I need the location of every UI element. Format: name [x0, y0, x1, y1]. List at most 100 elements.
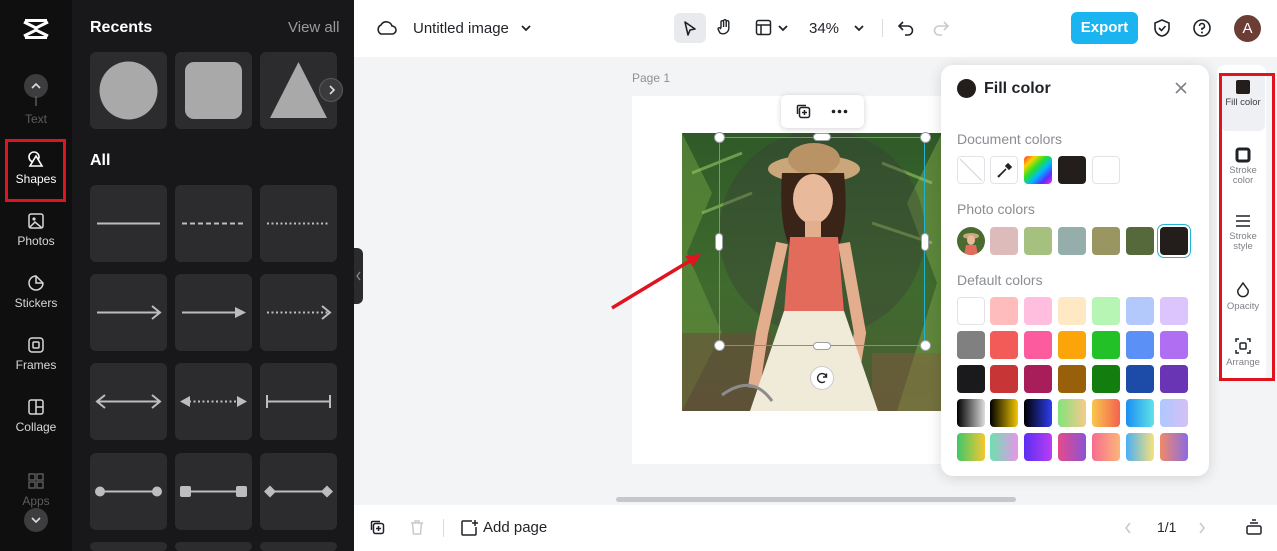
- gradient-swatch[interactable]: [957, 399, 985, 427]
- select-tool-button[interactable]: [674, 13, 706, 43]
- photo-color-swatch[interactable]: [1058, 227, 1086, 255]
- color-picker-swatch[interactable]: [1024, 156, 1052, 184]
- eyedropper-button[interactable]: [990, 156, 1018, 184]
- no-color-swatch[interactable]: [957, 156, 985, 184]
- resize-handle-bottom-right[interactable]: [920, 340, 931, 351]
- shape-double-arrow[interactable]: [90, 363, 167, 440]
- shield-icon[interactable]: [1153, 18, 1171, 38]
- export-button[interactable]: Export: [1071, 12, 1138, 44]
- default-color-swatch[interactable]: [1160, 297, 1188, 325]
- add-page-button[interactable]: Add page: [483, 519, 547, 536]
- gradient-swatch[interactable]: [990, 433, 1018, 461]
- resize-handle-right[interactable]: [921, 233, 929, 251]
- default-color-swatch[interactable]: [1160, 331, 1188, 359]
- horizontal-scrollbar[interactable]: [616, 497, 1016, 502]
- resize-handle-top[interactable]: [813, 133, 831, 141]
- document-title[interactable]: Untitled image: [413, 20, 509, 37]
- more-options-icon[interactable]: [831, 109, 848, 114]
- redo-icon[interactable]: [932, 19, 950, 36]
- page-manager-icon[interactable]: [1245, 518, 1263, 536]
- gradient-swatch[interactable]: [1024, 433, 1052, 461]
- gradient-swatch[interactable]: [990, 399, 1018, 427]
- gradient-swatch[interactable]: [1160, 433, 1188, 461]
- photo-color-swatch[interactable]: [1092, 227, 1120, 255]
- rail-item-collage[interactable]: Collage: [0, 398, 72, 454]
- avatar[interactable]: A: [1234, 15, 1261, 42]
- help-icon[interactable]: [1192, 18, 1212, 38]
- default-color-swatch[interactable]: [990, 297, 1018, 325]
- shape-solid-arrow[interactable]: [175, 274, 252, 351]
- gradient-swatch[interactable]: [957, 433, 985, 461]
- gradient-swatch[interactable]: [1024, 399, 1052, 427]
- resize-handle-left[interactable]: [715, 233, 723, 251]
- duplicate-icon[interactable]: [795, 103, 812, 120]
- shape-square-ends-line[interactable]: [175, 453, 252, 530]
- rail-item-frames[interactable]: Frames: [0, 336, 72, 392]
- chevron-down-icon[interactable]: [853, 22, 865, 34]
- photo-color-swatch[interactable]: [1126, 227, 1154, 255]
- shape-dotted-double-arrow[interactable]: [175, 363, 252, 440]
- default-color-swatch[interactable]: [1126, 331, 1154, 359]
- gradient-swatch[interactable]: [1126, 399, 1154, 427]
- duplicate-page-icon[interactable]: [369, 519, 386, 536]
- panel-collapse-handle[interactable]: [354, 248, 363, 304]
- hand-icon[interactable]: [716, 18, 734, 37]
- close-icon[interactable]: [1174, 81, 1188, 95]
- chevron-right-icon[interactable]: [1197, 521, 1207, 535]
- shape-solid-line[interactable]: [90, 185, 167, 262]
- chevron-down-icon[interactable]: [777, 22, 789, 34]
- default-color-swatch[interactable]: [957, 297, 985, 325]
- rail-scroll-down-button[interactable]: [24, 508, 48, 532]
- gradient-swatch[interactable]: [1058, 399, 1086, 427]
- default-color-swatch[interactable]: [1024, 297, 1052, 325]
- resize-handle-bottom[interactable]: [813, 342, 831, 350]
- photo-thumbnail[interactable]: [957, 227, 985, 255]
- default-color-swatch[interactable]: [1160, 365, 1188, 393]
- shape-circle-ends-line[interactable]: [90, 453, 167, 530]
- resize-handle-bottom-left[interactable]: [714, 340, 725, 351]
- shape-bracket-line[interactable]: [260, 363, 337, 440]
- chevron-left-icon[interactable]: [1123, 521, 1133, 535]
- photo-color-swatch[interactable]: [1024, 227, 1052, 255]
- rail-scroll-up-button[interactable]: [24, 74, 48, 98]
- view-all-link[interactable]: View all: [288, 19, 339, 36]
- zoom-level[interactable]: 34%: [809, 20, 839, 37]
- default-color-swatch[interactable]: [990, 365, 1018, 393]
- gradient-swatch[interactable]: [1160, 399, 1188, 427]
- default-color-swatch[interactable]: [957, 331, 985, 359]
- shape-tile-partial[interactable]: [175, 542, 252, 551]
- gradient-swatch[interactable]: [1058, 433, 1086, 461]
- photo-color-swatch[interactable]: [990, 227, 1018, 255]
- rail-item-photos[interactable]: Photos: [0, 212, 72, 268]
- resize-handle-top-right[interactable]: [920, 132, 931, 143]
- shape-tile-partial[interactable]: [260, 542, 337, 551]
- recent-shape-rounded-square[interactable]: [175, 52, 252, 129]
- default-color-swatch[interactable]: [1126, 365, 1154, 393]
- rail-item-stickers[interactable]: Stickers: [0, 274, 72, 330]
- add-page-icon[interactable]: [460, 519, 478, 537]
- default-color-swatch[interactable]: [1126, 297, 1154, 325]
- default-color-swatch[interactable]: [1092, 331, 1120, 359]
- shape-diamond-ends-line[interactable]: [260, 453, 337, 530]
- default-color-swatch[interactable]: [1058, 297, 1086, 325]
- default-color-swatch[interactable]: [990, 331, 1018, 359]
- recent-shape-circle[interactable]: [90, 52, 167, 129]
- undo-icon[interactable]: [897, 19, 915, 36]
- cloud-icon[interactable]: [375, 18, 397, 38]
- resize-handle-top-left[interactable]: [714, 132, 725, 143]
- shape-tile-partial[interactable]: [90, 542, 167, 551]
- default-color-swatch[interactable]: [1092, 365, 1120, 393]
- gradient-swatch[interactable]: [1092, 399, 1120, 427]
- shape-dashed-line[interactable]: [175, 185, 252, 262]
- chevron-down-icon[interactable]: [520, 22, 532, 34]
- default-color-swatch[interactable]: [1024, 331, 1052, 359]
- gradient-swatch[interactable]: [1092, 433, 1120, 461]
- document-color-swatch[interactable]: [1092, 156, 1120, 184]
- shape-dotted-line[interactable]: [260, 185, 337, 262]
- photo-color-swatch-selected[interactable]: [1160, 227, 1188, 255]
- gradient-swatch[interactable]: [1126, 433, 1154, 461]
- recents-next-button[interactable]: [319, 78, 343, 102]
- layout-icon[interactable]: [755, 19, 772, 36]
- default-color-swatch[interactable]: [1058, 331, 1086, 359]
- default-color-swatch[interactable]: [1024, 365, 1052, 393]
